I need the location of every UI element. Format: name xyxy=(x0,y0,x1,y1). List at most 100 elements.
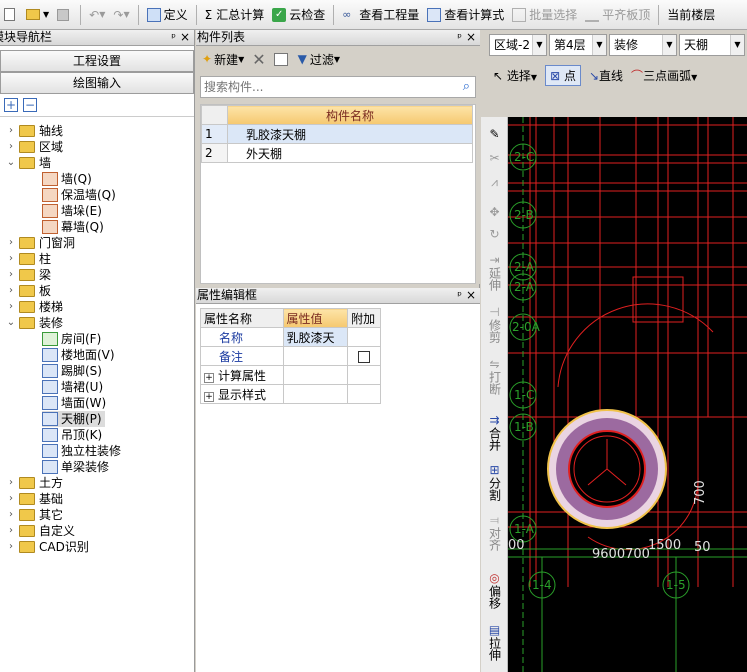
select-button[interactable]: ↖ 选择▼ xyxy=(481,67,541,84)
floor-icon xyxy=(42,348,58,362)
current-floor-button[interactable]: 当前楼层 xyxy=(663,3,719,27)
table-row[interactable]: + 计算属性 xyxy=(200,365,381,385)
axis-label: 2-C xyxy=(514,150,534,164)
formula-icon xyxy=(427,7,442,22)
floor-select[interactable]: 第4层 ▼ xyxy=(549,34,607,56)
tree-item-stair[interactable]: › 楼梯 xyxy=(6,299,63,315)
axis-label: 2-B xyxy=(514,208,534,222)
project-settings-button[interactable]: 工程设置 xyxy=(0,50,194,72)
split-button[interactable]: ⊞ 分割 xyxy=(481,463,508,504)
tree-item-wall-q[interactable]: 墙(Q) xyxy=(42,171,92,187)
offset-button[interactable]: ◎ 偏移 xyxy=(481,571,508,612)
category-select[interactable]: 装修 ▼ xyxy=(609,34,677,56)
tree-item-slab[interactable]: › 板 xyxy=(6,283,51,299)
tree-item-pilaster[interactable]: 墙垛(E) xyxy=(42,203,102,219)
tree-item-other[interactable]: › 其它 xyxy=(6,507,63,523)
tree-item-beam[interactable]: › 梁 xyxy=(6,267,51,283)
break-button[interactable]: ⇋ 打断 xyxy=(481,357,508,398)
trim-button[interactable]: ⊣ 修剪 xyxy=(481,305,508,346)
arc-button[interactable]: ⌒三点画弧▼ xyxy=(627,67,701,84)
expand-icon[interactable]: + xyxy=(204,372,214,383)
tree-item-foundation[interactable]: › 基础 xyxy=(6,491,63,507)
tree-item-column-decoration[interactable]: 独立柱装修 xyxy=(42,443,121,459)
flush-slab-top-button[interactable]: 平齐板顶 xyxy=(581,3,654,27)
search-input[interactable] xyxy=(201,77,446,97)
copy-tool-icon[interactable]: ✂ xyxy=(481,151,508,165)
merge-button[interactable]: ⇉ 合并 xyxy=(481,413,508,454)
tree-item-floor-face[interactable]: 楼地面(V) xyxy=(42,347,115,363)
tree-item-cad-recognize[interactable]: › CAD识别 xyxy=(6,539,89,555)
component-table: 构件名称 1 乳胶漆天棚 2 外天棚 xyxy=(201,105,473,163)
align-button[interactable]: ⫤ 对齐 xyxy=(481,513,508,554)
collapse-all-icon[interactable]: − xyxy=(23,98,37,112)
close-icon[interactable]: × xyxy=(180,30,190,45)
save-button[interactable] xyxy=(53,3,76,27)
expand-icon[interactable]: + xyxy=(204,391,214,402)
table-row[interactable]: + 显示样式 xyxy=(200,384,381,404)
stretch-button[interactable]: ▤ 拉伸 xyxy=(481,623,508,664)
tree-item-dado[interactable]: 墙裙(U) xyxy=(42,379,103,395)
region-select[interactable]: 区域-2 ▼ xyxy=(489,34,547,56)
wall-face-icon xyxy=(42,396,58,410)
line-button[interactable]: ↘直线 xyxy=(585,67,627,84)
dimension-text: 9600700 xyxy=(592,547,650,562)
new-file-button[interactable] xyxy=(0,3,22,27)
insulation-wall-icon xyxy=(42,188,58,202)
table-row[interactable]: 1 乳胶漆天棚 xyxy=(201,124,473,144)
tree-item-region[interactable]: › 区域 xyxy=(6,139,63,155)
line-icon: ↘ xyxy=(588,68,600,83)
table-row[interactable]: 2 外天棚 xyxy=(201,143,473,163)
point-button[interactable]: ⊠ 点 xyxy=(545,64,581,86)
component-name-header[interactable]: 构件名称 xyxy=(227,105,473,125)
tree-item-decoration[interactable]: ⌄ 装修 xyxy=(6,315,63,331)
tree-item-suspended-ceiling[interactable]: 吊顶(K) xyxy=(42,427,102,443)
tree-item-beam-decoration[interactable]: 单梁装修 xyxy=(42,459,109,475)
tree-item-door-window[interactable]: › 门窗洞 xyxy=(6,235,75,251)
tree-item-wall-face[interactable]: 墙面(W) xyxy=(42,395,106,411)
tree-item-axis[interactable]: › 轴线 xyxy=(6,123,63,139)
delete-icon[interactable]: ✕ xyxy=(252,50,265,69)
tree-item-column[interactable]: › 柱 xyxy=(6,251,51,267)
move-icon[interactable]: ✥ xyxy=(481,205,508,219)
open-file-button[interactable]: ▼ xyxy=(22,3,53,27)
ceiling-icon xyxy=(42,412,58,426)
new-file-icon xyxy=(4,8,15,21)
tree-item-room[interactable]: 房间(F) xyxy=(42,331,101,347)
mirror-icon[interactable]: ⩘ xyxy=(481,175,508,189)
search-icon[interactable]: ⌕ xyxy=(463,79,470,94)
define-button[interactable]: 定义 xyxy=(143,3,192,27)
pin-icon[interactable]: ᵖ xyxy=(457,288,462,303)
close-icon[interactable]: × xyxy=(466,30,476,45)
copy-icon[interactable] xyxy=(273,52,288,66)
draw-input-button[interactable]: 绘图输入 xyxy=(0,72,194,94)
table-row[interactable]: 名称 乳胶漆天 xyxy=(200,327,381,347)
sum-calc-button[interactable]: Σ 汇总计算 xyxy=(201,3,269,27)
tree-item-skirting[interactable]: 踢脚(S) xyxy=(42,363,102,379)
tree-item-insulation-wall[interactable]: 保温墙(Q) xyxy=(42,187,116,203)
draw-toolbar: ↖ 选择▼ ⊠ 点 ↘直线 ⌒三点画弧▼ xyxy=(481,62,747,88)
tree-item-wall[interactable]: ⌄ 墙 xyxy=(6,155,51,171)
redo-button[interactable]: ↷ ▼ xyxy=(109,3,133,27)
close-icon[interactable]: × xyxy=(466,288,476,303)
tree-item-ceiling-selected[interactable]: 天棚(P) xyxy=(42,411,105,427)
view-formula-button[interactable]: 查看计算式 xyxy=(423,3,508,27)
undo-button[interactable]: ↶ ▼ xyxy=(85,3,109,27)
pin-icon[interactable]: ᵖ xyxy=(457,30,462,45)
expand-all-icon[interactable]: + xyxy=(4,98,18,112)
filter-button[interactable]: ▼ 过滤 ▼ xyxy=(298,51,340,68)
tree-item-earthwork[interactable]: › 土方 xyxy=(6,475,63,491)
checkbox[interactable] xyxy=(358,350,371,363)
tree-item-custom[interactable]: › 自定义 xyxy=(6,523,75,539)
rotate-icon[interactable]: ↻ xyxy=(481,227,508,241)
pin-icon[interactable]: ᵖ xyxy=(171,30,176,45)
component-select[interactable]: 天棚 ▼ xyxy=(679,34,745,56)
table-row[interactable]: 备注 xyxy=(200,346,381,366)
new-component-button[interactable]: ✦ 新建 ▼ xyxy=(202,51,244,68)
view-quantity-button[interactable]: ∞ 查看工程量 xyxy=(338,3,423,27)
brush-icon[interactable]: ✎ xyxy=(481,127,508,141)
extend-button[interactable]: ⇥ 延伸 xyxy=(481,253,508,294)
batch-select-button[interactable]: 批量选择 xyxy=(508,3,581,27)
cad-canvas[interactable]: 2-C 2-B 2-A 2-A 2-0A 1-C 1-B 1-A 1-4 1-5… xyxy=(508,117,747,672)
cloud-check-button[interactable]: ✓ 云检查 xyxy=(268,3,329,27)
tree-item-curtain-wall[interactable]: 幕墙(Q) xyxy=(42,219,104,235)
